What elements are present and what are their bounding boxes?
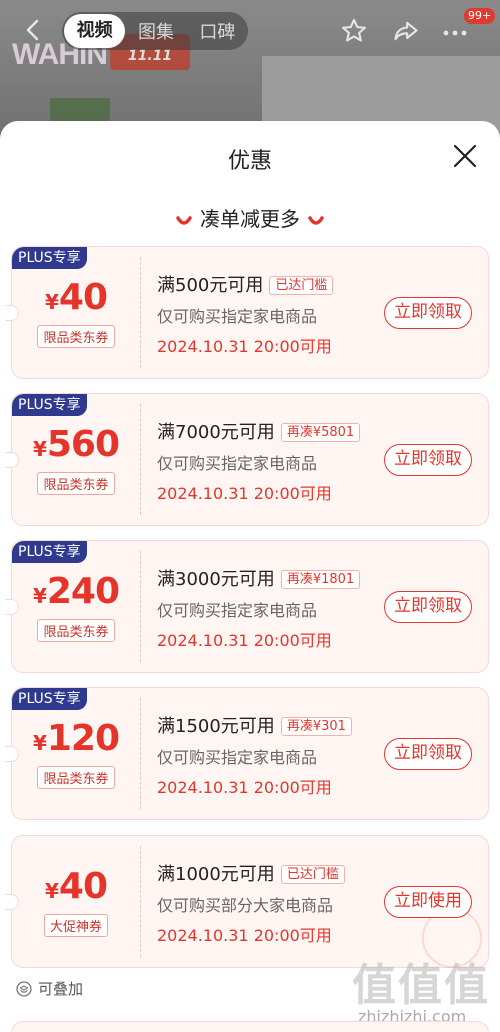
coupon-condition: 满1500元可用 再凑¥301 bbox=[157, 712, 352, 738]
coupon-description: 仅可购买指定家电商品 bbox=[157, 454, 318, 473]
plus-exclusive-tag: PLUS专享 bbox=[12, 688, 87, 710]
threshold-status-tag: 已达门槛 bbox=[269, 276, 334, 295]
coupon-category: 限品类东券 bbox=[37, 325, 115, 348]
coupon-condition: 满500元可用 已达门槛 bbox=[157, 271, 334, 297]
favorite-star-icon[interactable] bbox=[340, 17, 368, 45]
coupon-amount: ¥40 bbox=[44, 866, 108, 907]
tab-gallery[interactable]: 图集 bbox=[125, 18, 186, 44]
section-header: 凑单减更多 bbox=[0, 203, 500, 232]
threshold-status-tag: 已达门槛 bbox=[280, 865, 345, 884]
coupon-category: 大促神券 bbox=[43, 914, 108, 937]
coupon-valid-date: 2024.10.31 20:00可用 bbox=[157, 926, 332, 945]
coupon-card: PLUS专享 ¥240 限品类东券 满3000元可用 再凑¥1801 仅可购买指定… bbox=[5, 540, 489, 673]
coupon-bottom-sheet: 优惠 凑单减更多 PLUS专享 ¥40 限品类东券 满500元可用 已达门槛 仅可… bbox=[0, 121, 500, 1032]
coupon-card: PLUS专享 ¥120 限品类东券 满1500元可用 再凑¥301 仅可购买指定家… bbox=[5, 687, 489, 820]
claim-coupon-button[interactable]: 立即领取 bbox=[384, 738, 472, 770]
coupon-valid-date: 2024.10.31 20:00可用 bbox=[157, 631, 332, 650]
coupon-valid-date: 2024.10.31 20:00可用 bbox=[157, 484, 332, 503]
coupon-amount: ¥240 bbox=[32, 571, 120, 612]
stack-icon bbox=[16, 981, 32, 997]
claim-coupon-button[interactable]: 立即领取 bbox=[384, 444, 472, 476]
threshold-status-tag: 再凑¥1801 bbox=[280, 570, 361, 589]
plus-exclusive-tag: PLUS专享 bbox=[12, 541, 87, 563]
coupon-amount: ¥120 bbox=[32, 718, 120, 759]
coupon-amount: ¥560 bbox=[32, 424, 120, 465]
coupon-valid-date: 2024.10.31 20:00可用 bbox=[157, 337, 332, 356]
watermark-logo: 值值值 bbox=[352, 960, 490, 1011]
stackable-label: 可叠加 bbox=[38, 980, 84, 998]
smile-decoration-icon bbox=[176, 215, 192, 225]
coupon-category: 限品类东券 bbox=[37, 472, 115, 495]
coupon-condition: 满3000元可用 再凑¥1801 bbox=[157, 565, 361, 591]
section-title: 凑单减更多 bbox=[200, 207, 300, 231]
claim-coupon-button[interactable]: 立即领取 bbox=[384, 297, 472, 329]
coupon-card: PLUS专享 ¥40 限品类东券 满500元可用 已达门槛 仅可购买指定家电商品 … bbox=[5, 246, 489, 379]
coupon-condition: 满7000元可用 再凑¥5801 bbox=[157, 418, 361, 444]
coupon-category: 限品类东券 bbox=[37, 766, 115, 789]
back-arrow-icon[interactable] bbox=[22, 18, 46, 42]
coupon-amount: ¥40 bbox=[44, 277, 108, 318]
top-navigation-bar: 视频 图集 口碑 99+ bbox=[0, 8, 500, 52]
stackable-note: 可叠加 bbox=[16, 978, 83, 999]
claim-coupon-button[interactable]: 立即领取 bbox=[384, 591, 472, 623]
coupon-description: 仅可购买指定家电商品 bbox=[157, 601, 318, 620]
sheet-title: 优惠 bbox=[227, 149, 272, 174]
tab-reviews[interactable]: 口碑 bbox=[187, 18, 248, 44]
threshold-status-tag: 再凑¥5801 bbox=[280, 423, 361, 442]
coupon-card: PLUS专享 ¥560 限品类东券 满7000元可用 再凑¥5801 仅可购买指定… bbox=[5, 393, 489, 526]
coupon-condition: 满1000元可用 已达门槛 bbox=[157, 860, 345, 886]
coupon-description: 仅可购买指定家电商品 bbox=[157, 748, 318, 767]
coupon-card-partial bbox=[11, 1021, 489, 1032]
coupon-description: 仅可购买部分大家电商品 bbox=[157, 896, 334, 915]
coupon-category: 限品类东券 bbox=[37, 619, 115, 642]
threshold-status-tag: 再凑¥301 bbox=[280, 717, 352, 736]
coupon-valid-date: 2024.10.31 20:00可用 bbox=[157, 778, 332, 797]
tab-video[interactable]: 视频 bbox=[64, 14, 126, 48]
message-count-badge: 99+ bbox=[464, 8, 496, 24]
plus-exclusive-tag: PLUS专享 bbox=[12, 247, 87, 269]
plus-exclusive-tag: PLUS专享 bbox=[12, 394, 87, 416]
coupon-description: 仅可购买指定家电商品 bbox=[157, 307, 318, 326]
media-tabs: 视频 图集 口碑 bbox=[62, 12, 248, 50]
close-icon[interactable] bbox=[452, 143, 478, 169]
use-coupon-button[interactable]: 立即使用 bbox=[384, 886, 472, 918]
share-icon[interactable] bbox=[392, 17, 420, 45]
smile-decoration-icon bbox=[308, 215, 324, 225]
